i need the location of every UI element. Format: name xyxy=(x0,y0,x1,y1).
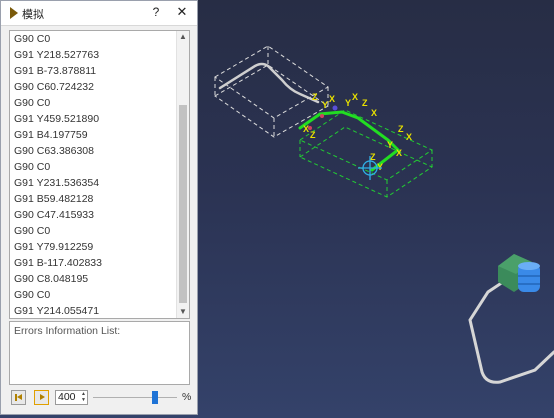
tool-cylinder-icon xyxy=(518,262,540,292)
svg-text:X: X xyxy=(371,108,377,118)
vertical-scrollbar[interactable]: ▲ ▼ xyxy=(176,31,189,318)
window-title: 模拟 xyxy=(22,9,44,21)
scroll-down-icon[interactable]: ▼ xyxy=(177,306,189,318)
svg-text:Z: Z xyxy=(310,130,316,140)
play-icon xyxy=(10,7,18,19)
scroll-thumb[interactable] xyxy=(179,105,187,303)
nc-code-line[interactable]: G90 C0 xyxy=(10,95,178,111)
playback-controls: 400 ▲ ▼ % xyxy=(9,390,193,408)
svg-text:Y: Y xyxy=(387,140,393,150)
simulation-dialog: 模拟 ? ✕ G90 C0 G91 Y218.527763 G91 B-73.878… xyxy=(0,0,198,415)
speed-unit: % xyxy=(182,391,192,403)
errors-list[interactable]: Errors Information List: xyxy=(9,321,190,385)
nc-code-line[interactable]: G91 Y218.527763 xyxy=(10,47,178,63)
play-button[interactable] xyxy=(34,390,49,405)
nc-code-line[interactable]: G91 B4.197759 xyxy=(10,127,178,143)
skip-to-start-button[interactable] xyxy=(11,390,26,405)
nc-code-line[interactable]: G90 C47.415933 xyxy=(10,207,178,223)
nc-code-line[interactable]: G91 Y79.912259 xyxy=(10,239,178,255)
nc-code-line[interactable]: G90 C0 xyxy=(10,223,178,239)
svg-text:X: X xyxy=(329,94,335,104)
close-button[interactable]: ✕ xyxy=(175,4,189,20)
tube-path xyxy=(218,62,320,104)
nc-code-line[interactable]: G91 B-73.878811 xyxy=(10,63,178,79)
svg-text:X: X xyxy=(406,132,412,142)
bent-tube xyxy=(468,274,554,384)
svg-text:Y: Y xyxy=(322,100,328,110)
nc-code-line[interactable]: G90 C8.048195 xyxy=(10,271,178,287)
nc-code-line[interactable]: G90 C0 xyxy=(10,31,178,47)
nc-code-line[interactable]: G91 Y214.055471 xyxy=(10,303,178,318)
errors-list-label: Errors Information List: xyxy=(14,325,121,337)
scroll-up-icon[interactable]: ▲ xyxy=(177,31,189,43)
nc-code-lines: G90 C0 G91 Y218.527763 G91 B-73.878811 G90 … xyxy=(10,31,178,318)
svg-text:Y: Y xyxy=(377,162,383,172)
nc-code-line[interactable]: G90 C0 xyxy=(10,159,178,175)
speed-slider-handle[interactable] xyxy=(151,391,158,404)
nc-code-line[interactable]: G90 C63.386308 xyxy=(10,143,178,159)
svg-text:Z: Z xyxy=(362,98,368,108)
axis-labels: ZYX YX ZX XZ ZX YX ZY xyxy=(303,92,412,172)
title-bar[interactable]: 模拟 ? ✕ xyxy=(1,1,197,26)
help-button[interactable]: ? xyxy=(149,5,163,19)
svg-text:Y: Y xyxy=(345,98,351,108)
play-icon xyxy=(40,394,45,400)
svg-text:X: X xyxy=(396,148,402,158)
svg-text:Z: Z xyxy=(312,92,318,102)
nc-code-line[interactable]: G91 Y459.521890 xyxy=(10,111,178,127)
nc-code-line[interactable]: G91 B59.482128 xyxy=(10,191,178,207)
nc-code-line[interactable]: G91 B-117.402833 xyxy=(10,255,178,271)
speed-value: 400 xyxy=(58,391,76,403)
nc-code-line[interactable]: G90 C60.724232 xyxy=(10,79,178,95)
svg-text:X: X xyxy=(303,124,309,134)
nc-code-line[interactable]: G91 Y231.536354 xyxy=(10,175,178,191)
nc-code-line[interactable]: G90 C0 xyxy=(10,287,178,303)
nc-code-list[interactable]: G90 C0 G91 Y218.527763 G91 B-73.878811 G90 … xyxy=(9,30,190,319)
machine-axis-path xyxy=(298,110,401,172)
speed-spinner[interactable]: ▲ ▼ xyxy=(80,391,87,403)
speed-slider-track[interactable] xyxy=(93,397,177,398)
svg-text:Z: Z xyxy=(398,124,404,134)
svg-text:X: X xyxy=(352,92,358,102)
